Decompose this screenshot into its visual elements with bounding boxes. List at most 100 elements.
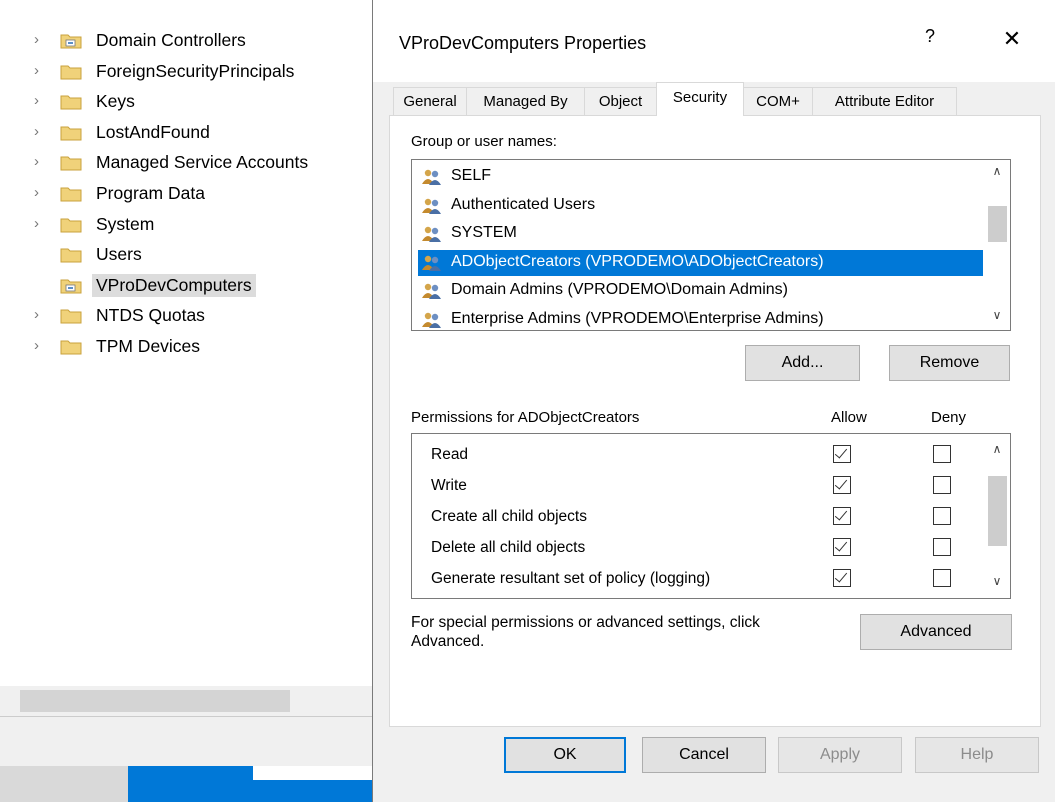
chevron-right-icon[interactable]: › xyxy=(34,338,44,353)
deny-checkbox[interactable] xyxy=(933,538,951,556)
group-user-list[interactable]: SELF Authenticated Users SYSTEM ADObject… xyxy=(411,159,1011,331)
folder-icon xyxy=(60,124,82,141)
tab-security[interactable]: Security xyxy=(656,82,744,116)
folder-icon xyxy=(60,216,82,233)
folder-icon xyxy=(60,277,82,294)
allow-column-header: Allow xyxy=(831,409,867,426)
tree-item[interactable]: › Managed Service Accounts xyxy=(0,148,373,176)
tree-item[interactable]: › Keys xyxy=(0,87,373,115)
tree-scrollbar-thumb[interactable] xyxy=(20,690,290,712)
group-name: Authenticated Users xyxy=(451,195,596,213)
dialog-titlebar: VProDevComputers Properties ? ✕ xyxy=(373,0,1055,82)
users-icon xyxy=(421,255,443,271)
close-icon[interactable]: ✕ xyxy=(997,26,1027,52)
cancel-button[interactable]: Cancel xyxy=(642,737,766,773)
tab-attribute-editor[interactable]: Attribute Editor xyxy=(812,87,957,115)
users-icon xyxy=(421,283,443,299)
scroll-down-icon[interactable]: ∨ xyxy=(984,308,1010,328)
scroll-thumb[interactable] xyxy=(988,476,1007,546)
tree-item-label: TPM Devices xyxy=(96,336,201,356)
tree-item[interactable]: › Domain Controllers xyxy=(0,26,373,54)
chevron-right-icon[interactable]: › xyxy=(34,93,44,108)
group-name: SYSTEM xyxy=(451,224,517,241)
permission-name: Read xyxy=(431,446,469,463)
tab-managed-by[interactable]: Managed By xyxy=(466,87,585,115)
folder-icon xyxy=(60,185,82,202)
group-list-item[interactable]: ADObjectCreators (VPRODEMO\ADObjectCreat… xyxy=(418,249,983,276)
chevron-right-icon[interactable]: › xyxy=(34,32,44,47)
chevron-right-icon[interactable]: › xyxy=(34,185,44,200)
group-list-item[interactable]: Enterprise Admins (VPRODEMO\Enterprise A… xyxy=(418,307,983,331)
apply-button[interactable]: Apply xyxy=(778,737,902,773)
add-button[interactable]: Add... xyxy=(745,345,860,381)
permissions-scrollbar[interactable]: ∧ ∨ xyxy=(984,434,1010,598)
permission-row: Create all child objects xyxy=(412,502,982,533)
tree-item[interactable]: › NTDS Quotas xyxy=(0,301,373,329)
remove-button[interactable]: Remove xyxy=(889,345,1010,381)
group-name: SELF xyxy=(451,167,492,184)
tree-item-label: System xyxy=(96,213,155,234)
tab-com-plus[interactable]: COM+ xyxy=(743,87,813,115)
folder-icon xyxy=(60,338,82,355)
deny-checkbox[interactable] xyxy=(933,445,951,463)
group-list-item[interactable]: Authenticated Users xyxy=(418,193,983,219)
scroll-up-icon[interactable]: ∧ xyxy=(984,442,1010,462)
users-icon xyxy=(421,198,443,214)
allow-checkbox[interactable] xyxy=(833,507,851,525)
tree-item[interactable]: › Program Data xyxy=(0,179,373,207)
permission-name: Create all child objects xyxy=(431,508,587,525)
permission-row: Generate resultant set of policy (loggin… xyxy=(412,564,982,595)
tree-item-label: Keys xyxy=(96,91,135,112)
tree-item[interactable]: › ForeignSecurityPrincipals xyxy=(0,57,373,85)
users-icon xyxy=(421,226,443,242)
deny-checkbox[interactable] xyxy=(933,507,951,525)
group-name: Domain Admins (VPRODEMO\Domain Admins) xyxy=(451,281,788,298)
chevron-right-icon[interactable]: › xyxy=(34,63,44,78)
tree-item-label: Domain Controllers xyxy=(96,30,246,50)
group-name: Enterprise Admins (VPRODEMO\Enterprise A… xyxy=(451,309,824,327)
tree-item[interactable]: › TPM Devices xyxy=(0,332,373,360)
permission-name: Write xyxy=(431,477,467,494)
permission-name: Generate resultant set of policy (loggin… xyxy=(431,570,711,587)
chevron-right-icon[interactable]: › xyxy=(34,216,44,231)
properties-dialog: VProDevComputers Properties ? ✕ General … xyxy=(372,0,1055,802)
tree-pane: › Domain Controllers › ForeignSecurityPri… xyxy=(0,0,373,802)
tree-item[interactable]: VProDevComputers xyxy=(0,271,373,299)
group-list-item[interactable]: SYSTEM xyxy=(418,221,983,247)
chevron-right-icon[interactable]: › xyxy=(34,307,44,322)
tree-item-label: Users xyxy=(96,244,142,265)
tab-general[interactable]: General xyxy=(393,87,467,115)
tree-item[interactable]: Users xyxy=(0,240,373,268)
permission-row: Read xyxy=(412,440,982,471)
deny-checkbox[interactable] xyxy=(933,476,951,494)
permissions-list[interactable]: Read Write Create all child objects Delete … xyxy=(411,433,1011,599)
group-list-item[interactable]: Domain Admins (VPRODEMO\Domain Admins) xyxy=(418,278,983,304)
group-list-item[interactable]: SELF xyxy=(418,164,983,190)
allow-checkbox[interactable] xyxy=(833,569,851,587)
chevron-right-icon[interactable]: › xyxy=(34,124,44,139)
deny-checkbox[interactable] xyxy=(933,569,951,587)
allow-checkbox[interactable] xyxy=(833,476,851,494)
allow-checkbox[interactable] xyxy=(833,538,851,556)
allow-checkbox[interactable] xyxy=(833,445,851,463)
group-list-scrollbar[interactable]: ∧ ∨ xyxy=(984,160,1010,330)
tab-object[interactable]: Object xyxy=(584,87,657,115)
group-list-label: Group or user names: xyxy=(411,133,557,150)
advanced-button[interactable]: Advanced xyxy=(860,614,1012,650)
tree-item[interactable]: › System xyxy=(0,210,373,238)
tree-item-label: Program Data xyxy=(96,183,205,203)
tree-item[interactable]: › LostAndFound xyxy=(0,118,373,146)
ok-button[interactable]: OK xyxy=(504,737,626,773)
scroll-thumb[interactable] xyxy=(988,206,1007,242)
scroll-up-icon[interactable]: ∧ xyxy=(984,164,1010,184)
chevron-right-icon[interactable]: › xyxy=(34,154,44,169)
help-icon[interactable]: ? xyxy=(918,26,942,47)
tree-item-label: Managed Service Accounts xyxy=(96,152,309,173)
folder-icon xyxy=(60,246,82,263)
taskbar-highlight xyxy=(253,766,373,780)
help-button[interactable]: Help xyxy=(915,737,1039,773)
deny-column-header: Deny xyxy=(931,409,967,426)
scroll-down-icon[interactable]: ∨ xyxy=(984,574,1010,594)
